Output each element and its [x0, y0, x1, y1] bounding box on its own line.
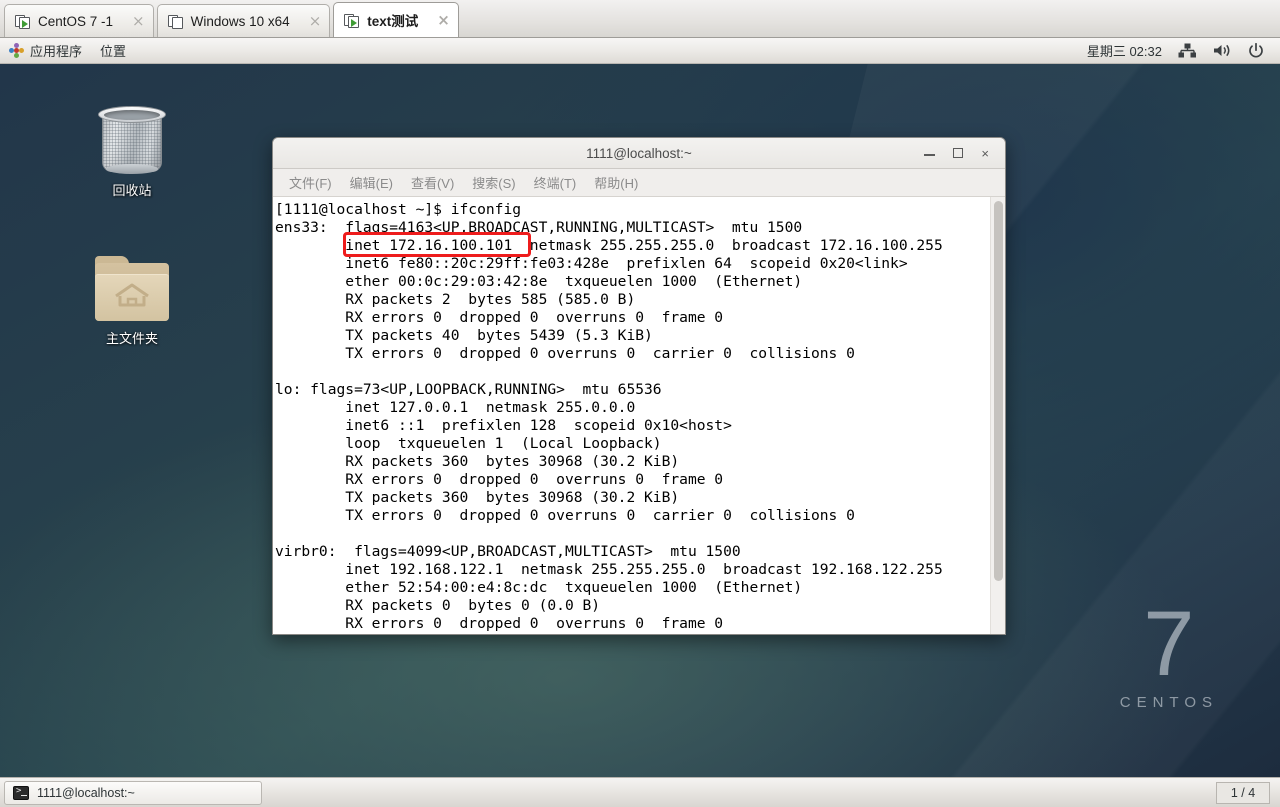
- vm-powered-icon: [15, 14, 31, 29]
- home-folder-icon: [93, 254, 171, 324]
- taskbar-window-button[interactable]: 1111@localhost:~: [4, 780, 262, 805]
- power-icon-glyph: [1249, 42, 1263, 57]
- places-menu-label: 位置: [100, 44, 127, 59]
- applications-menu-label: 应用程序: [30, 44, 83, 59]
- minimize-button[interactable]: [924, 147, 936, 160]
- network-icon[interactable]: [1170, 38, 1205, 64]
- clock-label: 星期三 02:32: [1086, 44, 1162, 59]
- workspace-indicator[interactable]: 1 / 4: [1216, 781, 1270, 804]
- menu-help[interactable]: 帮助(H): [586, 170, 646, 195]
- terminal-titlebar[interactable]: 1111@localhost:~ ×: [273, 138, 1005, 169]
- menu-terminal[interactable]: 终端(T): [526, 170, 585, 195]
- vmware-tab-label: text测试: [367, 14, 419, 29]
- volume-icon-glyph: [1214, 44, 1230, 57]
- panel-status-area: 星期三 02:32: [1079, 38, 1280, 64]
- terminal-output[interactable]: [1111@localhost ~]$ ifconfig ens33: flag…: [273, 197, 990, 634]
- places-menu[interactable]: 位置: [91, 38, 135, 64]
- close-icon[interactable]: ×: [132, 13, 145, 29]
- trash-icon: [95, 102, 169, 176]
- bottom-taskbar: 1111@localhost:~ 1 / 4: [0, 777, 1280, 807]
- gnome-top-panel: 应用程序 位置 星期三 02:32: [0, 38, 1280, 64]
- desktop-icon-label: 回收站: [112, 183, 152, 198]
- scrollbar-thumb[interactable]: [994, 201, 1003, 581]
- applications-menu[interactable]: 应用程序: [0, 38, 91, 64]
- close-icon[interactable]: ×: [309, 13, 322, 29]
- desktop-icon-home[interactable]: 主文件夹: [80, 254, 184, 347]
- network-icon-glyph: [1178, 43, 1196, 58]
- workspace-indicator-label: 1 / 4: [1230, 785, 1256, 800]
- centos-watermark: 7 CENTOS: [1119, 592, 1218, 711]
- taskbar-window-label: 1111@localhost:~: [37, 785, 135, 800]
- house-glyph: [115, 283, 149, 307]
- menu-edit[interactable]: 编辑(E): [342, 170, 401, 195]
- watermark-word: CENTOS: [1119, 694, 1218, 711]
- close-icon[interactable]: ×: [437, 12, 450, 28]
- watermark-number: 7: [1143, 592, 1195, 695]
- power-icon[interactable]: [1240, 38, 1272, 64]
- terminal-title-label: 1111@localhost:~: [586, 145, 692, 161]
- terminal-scrollbar[interactable]: [990, 197, 1005, 634]
- vm-stopped-icon: [167, 14, 184, 29]
- vmware-tab-label: CentOS 7 -1: [38, 13, 114, 29]
- vmware-tab-windows[interactable]: Windows 10 x64 ×: [156, 4, 331, 37]
- terminal-menubar: 文件(F) 编辑(E) 查看(V) 搜索(S) 终端(T) 帮助(H): [273, 169, 1005, 197]
- menu-file[interactable]: 文件(F): [281, 170, 340, 195]
- vmware-tab-label: Windows 10 x64: [190, 13, 290, 29]
- vm-powered-icon: [344, 13, 360, 28]
- window-controls: ×: [924, 147, 1005, 160]
- terminal-icon: [13, 785, 29, 800]
- vmware-tab-centos[interactable]: CentOS 7 -1 ×: [4, 4, 154, 37]
- gnome-foot-icon: [9, 43, 24, 58]
- maximize-button[interactable]: [953, 147, 964, 160]
- close-button[interactable]: ×: [981, 147, 989, 160]
- vmware-tab-text-test[interactable]: text测试 ×: [333, 2, 459, 37]
- clock[interactable]: 星期三 02:32: [1079, 38, 1170, 64]
- desktop-icon-label: 主文件夹: [105, 331, 158, 346]
- desktop-icon-trash[interactable]: 回收站: [80, 102, 184, 199]
- volume-icon[interactable]: [1205, 38, 1240, 64]
- menu-search[interactable]: 搜索(S): [464, 170, 523, 195]
- vmware-tab-strip: CentOS 7 -1 × Windows 10 x64 × text测试 ×: [0, 0, 1280, 38]
- terminal-body[interactable]: [1111@localhost ~]$ ifconfig ens33: flag…: [273, 197, 1005, 634]
- menu-view[interactable]: 查看(V): [403, 170, 462, 195]
- terminal-window[interactable]: 1111@localhost:~ × 文件(F) 编辑(E) 查看(V) 搜索(…: [272, 137, 1006, 635]
